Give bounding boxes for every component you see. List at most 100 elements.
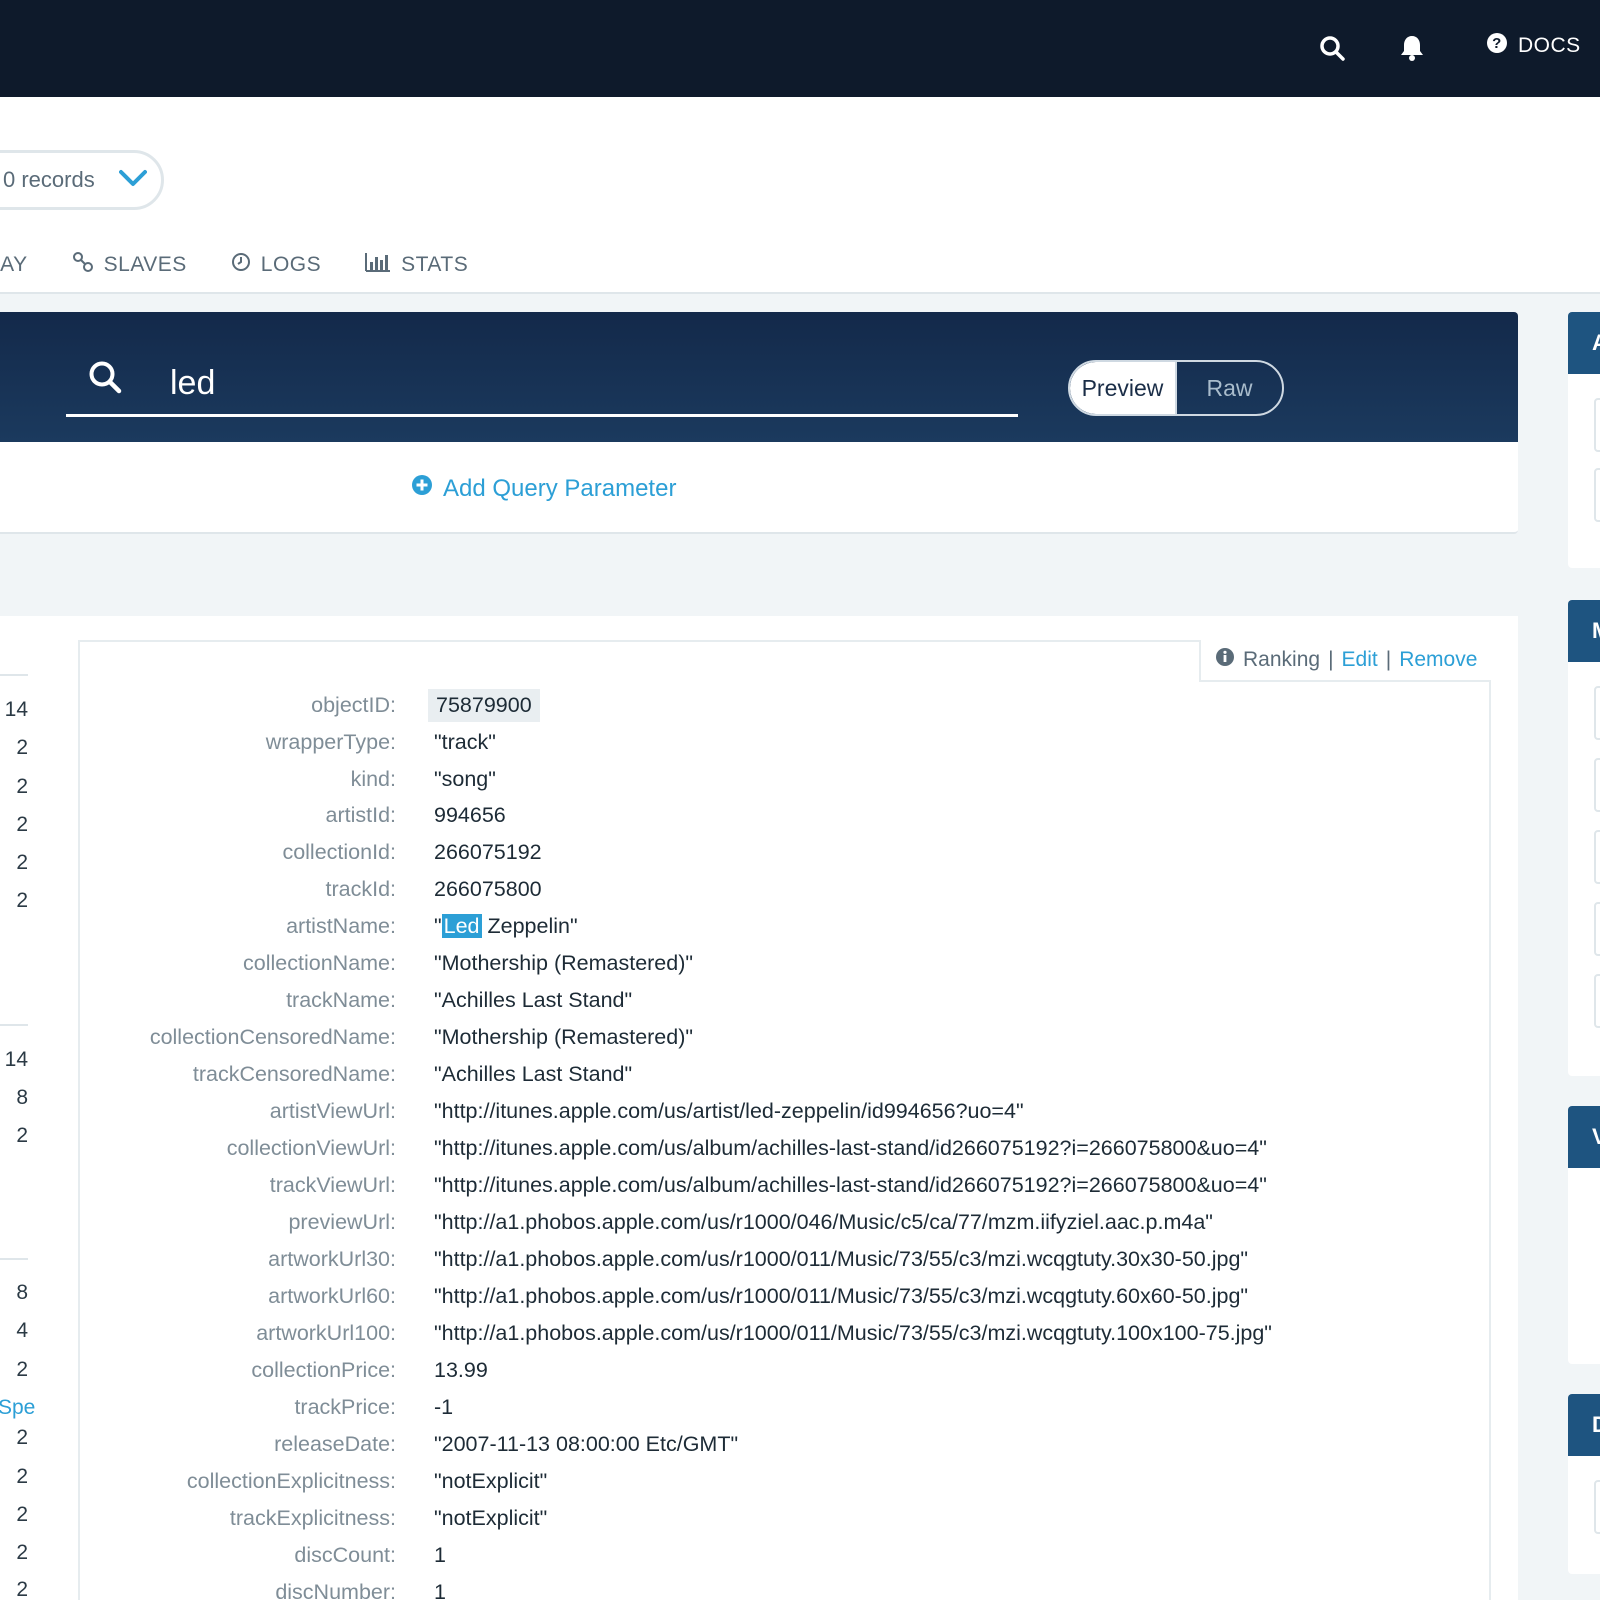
top-navbar: ? DOCS [0,0,1600,97]
record-field-row: artworkUrl100: "http://a1.phobos.apple.c… [78,1315,1491,1351]
remove-button[interactable]: Remove [1399,648,1477,672]
record-field-row: discNumber: 1 [78,1574,1491,1600]
field-value: "track" [434,729,496,754]
facet-count: 2 [16,1426,28,1449]
facet-count: 2 [16,889,28,912]
right-panel-header: D [1568,1394,1600,1456]
record-field-row: artistName: "Led Zeppelin" [78,908,1491,944]
docs-link[interactable]: ? DOCS [1486,28,1581,64]
right-panel-header: A [1568,312,1600,374]
record-field-row: collectionCensoredName: "Mothership (Rem… [78,1019,1491,1055]
record-field-row: kind: "song" [78,761,1491,797]
field-key: objectID: [311,692,396,717]
field-value: "http://itunes.apple.com/us/album/achill… [434,1135,1267,1160]
search-icon[interactable] [1314,30,1350,66]
field-key: collectionId: [282,839,396,864]
field-value: "Mothership (Remastered)" [434,950,694,975]
field-value: "http://itunes.apple.com/us/artist/led-z… [434,1098,1024,1123]
facet-count: 8 [16,1281,28,1304]
facet-count: 2 [16,1124,28,1147]
separator: | [1328,648,1334,671]
object-id-value: 75879900 [428,688,540,722]
facet-count: 2 [16,1465,28,1488]
field-key: discNumber: [275,1579,396,1600]
right-panel-3: V [1568,1106,1600,1364]
right-panel-field[interactable] [1594,758,1600,812]
tab-label: SLAVES [103,253,187,276]
record-field-row: trackName: "Achilles Last Stand" [78,982,1491,1018]
field-key: artistId: [325,802,397,827]
facet-link[interactable]: Spe [0,1396,35,1420]
facet-count: 2 [16,736,28,759]
plus-circle-icon [411,474,433,503]
record-field-row: trackId: 266075800 [78,871,1491,907]
right-panel-field[interactable] [1594,468,1600,522]
field-key: artistName: [286,913,396,938]
facet-count: 2 [16,775,28,798]
facet-count: 2 [16,1578,28,1600]
field-value: 994656 [434,802,506,827]
raw-button[interactable]: Raw [1175,362,1282,414]
record-field-row: objectID: 75879900 [78,687,1491,723]
right-panel-field[interactable] [1594,686,1600,740]
divider [0,1258,28,1260]
add-query-parameter-button[interactable]: Add Query Parameter [411,474,676,503]
tab-slaves[interactable]: SLAVES [72,248,187,282]
right-panel-field[interactable] [1594,1480,1600,1534]
facet-count: 2 [16,813,28,836]
field-key: trackId: [325,876,397,901]
field-value: "Led Zeppelin" [434,913,578,939]
tab-label: STATS [401,253,469,276]
tab-label: LOGS [260,253,322,276]
right-panel-field[interactable] [1594,902,1600,956]
right-panel-2: M [1568,600,1600,1076]
record-field-row: collectionId: 266075192 [78,834,1491,870]
right-panel-field[interactable] [1594,974,1600,1028]
tab-label: LAY [0,253,28,276]
record-field-row: collectionViewUrl: "http://itunes.apple.… [78,1130,1491,1166]
facet-count: 2 [16,851,28,874]
field-key: artistViewUrl: [269,1098,396,1123]
preview-button[interactable]: Preview [1070,362,1175,414]
search-underline [66,414,1018,417]
field-key: releaseDate: [274,1431,396,1456]
search-input[interactable]: led [170,364,215,403]
info-icon [1215,647,1235,673]
value-prefix: " [434,913,442,938]
separator: | [1385,648,1392,671]
right-panel-4: D [1568,1394,1600,1574]
facet-count: 14 [4,698,28,721]
field-value: 266075800 [434,876,542,901]
value-suffix: Zeppelin" [481,913,578,938]
docs-label: DOCS [1518,34,1581,57]
tab-display[interactable]: LAY [0,248,28,282]
right-panel-field[interactable] [1594,830,1600,884]
tab-stats[interactable]: STATS [365,248,468,282]
field-key: artworkUrl30: [268,1246,396,1271]
add-query-parameter-label: Add Query Parameter [443,474,677,502]
field-value: "Achilles Last Stand" [434,1061,633,1086]
bell-icon[interactable] [1394,30,1430,66]
record-field-row: trackExplicitness: "notExplicit" [78,1500,1491,1536]
index-tabs: LAY SLAVES LOGS STATS [0,248,512,282]
field-key: trackName: [286,987,396,1012]
field-value: -1 [434,1394,454,1419]
right-panel-field[interactable] [1594,398,1600,452]
field-key: artworkUrl60: [268,1283,396,1308]
field-value: "song" [434,766,496,791]
record-actions: Ranking | Edit | Remove [1199,640,1491,682]
field-key: wrapperType: [265,729,396,754]
ranking-button[interactable]: Ranking [1243,648,1320,672]
field-value: 266075192 [434,839,542,864]
record-field-row: collectionExplicitness: "notExplicit" [78,1463,1491,1499]
field-key: collectionPrice: [251,1357,396,1382]
field-value: "http://a1.phobos.apple.com/us/r1000/011… [434,1246,1249,1271]
field-key: trackExplicitness: [229,1505,396,1530]
tab-logs[interactable]: LOGS [231,248,321,282]
field-value: 1 [434,1542,446,1567]
record-field-row: artistId: 994656 [78,797,1491,833]
chevron-down-icon [118,167,147,193]
records-dropdown[interactable]: 0 records [0,150,164,210]
view-mode-toggle: Preview Raw [1068,360,1284,416]
edit-button[interactable]: Edit [1342,648,1378,672]
